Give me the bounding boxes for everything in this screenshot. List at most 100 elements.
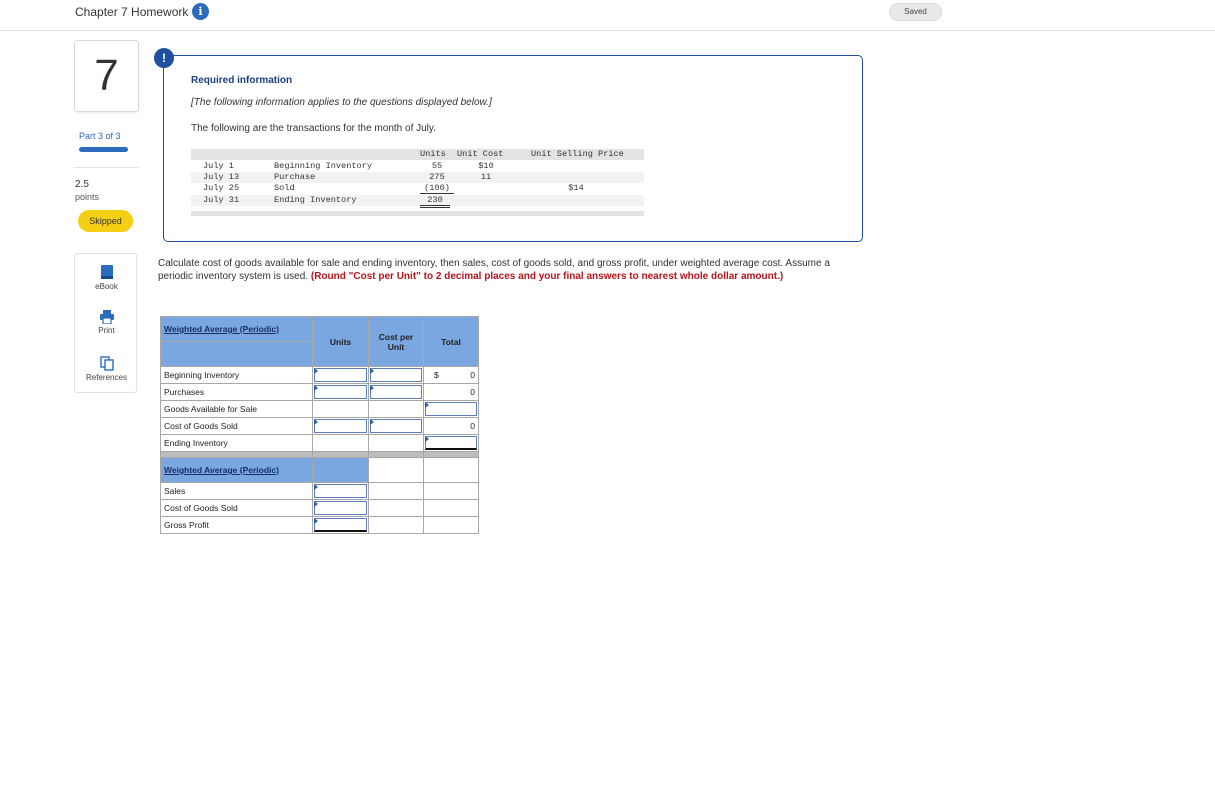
row-units: (100) — [420, 183, 454, 194]
ebook-label: eBook — [95, 282, 118, 291]
empty-cell — [368, 482, 424, 500]
total-amount: 0 — [470, 421, 475, 431]
row-date: July 25 — [203, 183, 240, 193]
table-row: Goods Available for Sale — [160, 400, 479, 418]
ebook-button[interactable]: eBook — [75, 264, 138, 291]
header-units: Units — [420, 149, 446, 159]
total-input[interactable] — [423, 434, 479, 452]
header-cell — [312, 457, 369, 483]
required-info-note: [The following information applies to th… — [191, 97, 492, 108]
printer-icon — [99, 310, 114, 324]
header-unit-cost: Unit Cost — [457, 149, 504, 159]
row-description: Beginning Inventory — [274, 161, 372, 171]
row-label: Purchases — [160, 383, 313, 401]
required-info-title: Required information — [191, 75, 293, 86]
print-button[interactable]: Print — [75, 310, 138, 335]
header-units-cell: Units — [312, 316, 369, 367]
print-label: Print — [98, 326, 115, 335]
row-unit-cost: $10 — [478, 161, 494, 171]
cost-per-unit-input[interactable] — [368, 383, 424, 401]
empty-cell — [423, 516, 479, 534]
weighted-average-table: Weighted Average (Periodic) Units Cost p… — [160, 316, 479, 534]
units-input[interactable] — [312, 383, 369, 401]
table-title: Weighted Average (Periodic) — [160, 457, 313, 483]
empty-cell — [423, 499, 479, 517]
transactions-footer — [191, 211, 644, 216]
gross-profit-input[interactable] — [312, 516, 369, 534]
row-label: Sales — [160, 482, 313, 500]
row-label: Beginning Inventory — [160, 366, 313, 384]
empty-cell — [368, 400, 424, 418]
column-header-units: Units — [329, 336, 352, 347]
empty-cell — [423, 482, 479, 500]
header-cost-cell: Cost per Unit — [368, 316, 424, 367]
row-date: July 13 — [203, 172, 240, 182]
transaction-row: July 25 Sold (100) $14 — [191, 183, 644, 194]
assignment-title: Chapter 7 Homework — [75, 5, 189, 19]
saved-status-button[interactable]: Saved — [889, 3, 942, 21]
column-header-cost-per-unit: Cost per Unit — [378, 331, 414, 352]
row-description: Sold — [274, 183, 295, 193]
empty-cell — [312, 400, 369, 418]
cost-per-unit-input[interactable] — [368, 417, 424, 435]
row-date: July 1 — [203, 161, 234, 171]
required-info-lead: The following are the transactions for t… — [191, 123, 436, 134]
total-input[interactable] — [423, 400, 479, 418]
book-icon — [100, 265, 113, 279]
cost-per-unit-input[interactable] — [368, 366, 424, 384]
references-button[interactable]: References — [75, 356, 138, 382]
row-unit-cost: 11 — [480, 172, 492, 182]
points-value: 2.5 — [75, 179, 89, 190]
copy-icon — [99, 356, 114, 371]
alert-icon: ! — [154, 48, 174, 68]
table-row: Cost of Goods Sold 0 — [160, 417, 479, 435]
row-selling-price: $14 — [568, 183, 584, 193]
sales-input[interactable] — [312, 482, 369, 500]
row-description: Purchase — [274, 172, 316, 182]
transactions-table: Units Unit Cost Unit Selling Price July … — [191, 149, 644, 218]
empty-cell — [368, 516, 424, 534]
header-spacer — [160, 341, 313, 367]
transaction-row: July 31 Ending Inventory 230 — [191, 195, 644, 208]
header-unit-selling-price: Unit Selling Price — [531, 149, 624, 159]
part-progress-bar — [79, 147, 128, 152]
column-header-total: Total — [441, 336, 461, 347]
header-total-cell: Total — [423, 316, 479, 367]
skipped-badge: Skipped — [78, 210, 133, 232]
total-amount: 0 — [470, 370, 475, 380]
cost-of-goods-sold-input[interactable] — [312, 499, 369, 517]
empty-cell — [312, 434, 369, 452]
required-information-box: Required information [The following info… — [163, 55, 863, 242]
empty-cell — [423, 457, 479, 483]
empty-cell — [368, 499, 424, 517]
table-row: Sales — [160, 482, 479, 500]
row-label: Gross Profit — [160, 516, 313, 534]
top-bar: Chapter 7 Homework i Saved — [0, 0, 1215, 31]
total-value: 0 — [423, 417, 479, 435]
row-label: Cost of Goods Sold — [160, 417, 313, 435]
table-row: Gross Profit — [160, 516, 479, 534]
dollar-sign: $ — [434, 370, 439, 380]
total-value: $0 — [423, 366, 479, 384]
row-date: July 31 — [203, 195, 240, 205]
empty-cell — [368, 457, 424, 483]
info-icon[interactable]: i — [192, 3, 209, 20]
row-units: 230 — [420, 195, 450, 208]
question-text: Calculate cost of goods available for sa… — [158, 257, 848, 283]
transaction-row: July 1 Beginning Inventory 55 $10 — [191, 161, 644, 172]
units-input[interactable] — [312, 366, 369, 384]
row-label: Ending Inventory — [160, 434, 313, 452]
table-row: Ending Inventory — [160, 434, 479, 452]
row-label: Cost of Goods Sold — [160, 499, 313, 517]
question-number: 7 — [74, 40, 139, 112]
units-input[interactable] — [312, 417, 369, 435]
transaction-row: July 13 Purchase 275 11 — [191, 172, 644, 183]
row-units: 55 — [431, 161, 443, 171]
row-units: 275 — [429, 172, 445, 182]
empty-cell — [368, 434, 424, 452]
table-row: Cost of Goods Sold — [160, 499, 479, 517]
divider — [74, 167, 139, 168]
references-label: References — [86, 373, 127, 382]
row-description: Ending Inventory — [274, 195, 357, 205]
row-label: Goods Available for Sale — [160, 400, 313, 418]
